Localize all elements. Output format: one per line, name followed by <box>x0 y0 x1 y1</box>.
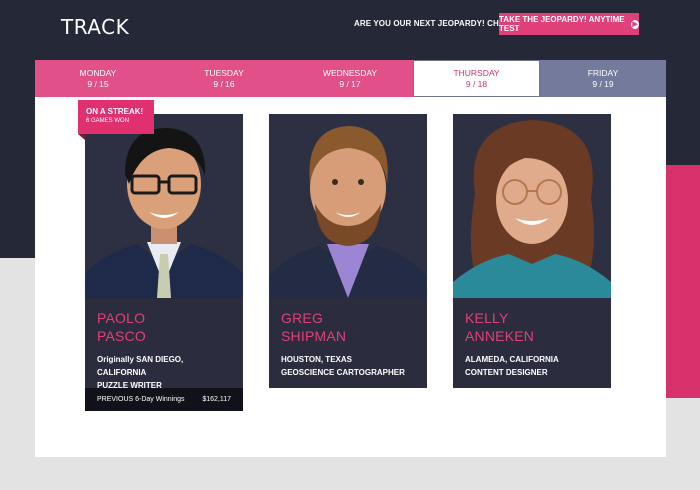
contestant-portrait-image <box>269 114 427 298</box>
tab-tuesday[interactable]: TUESDAY 9 / 16 <box>161 60 287 97</box>
side-accent-band <box>666 165 700 398</box>
contestant-photo <box>269 114 427 298</box>
contestant-card-kelly[interactable]: KELLY ANNEKEN ALAMEDA, CALIFORNIA CONTEN… <box>453 114 611 388</box>
tab-day-label: FRIDAY <box>587 68 619 79</box>
winnings-label: PREVIOUS 6-Day Winnings <box>97 396 185 403</box>
tab-date-label: 9 / 18 <box>465 78 488 89</box>
contestant-first-name: PAOLO <box>97 310 146 326</box>
tab-date-label: 9 / 16 <box>213 78 235 89</box>
streak-subtitle: 6 GAMES WON <box>86 118 130 124</box>
tab-friday[interactable]: FRIDAY 9 / 19 <box>540 60 666 97</box>
winnings-footer: PREVIOUS 6-Day Winnings $162,117 <box>85 388 243 411</box>
anytime-test-label: TAKE THE JEOPARDY! ANYTIME TEST <box>499 15 625 33</box>
tab-day-label: TUESDAY <box>204 68 244 79</box>
tab-thursday[interactable]: THURSDAY 9 / 18 <box>413 60 540 97</box>
tab-date-label: 9 / 19 <box>592 78 614 89</box>
contestant-last-name: PASCO <box>97 328 146 344</box>
tab-day-label: WEDNESDAY <box>322 68 378 79</box>
day-tabs: MONDAY 9 / 15 TUESDAY 9 / 16 WEDNESDAY 9… <box>35 60 666 97</box>
arrow-circle-right-icon: ▶ <box>631 19 639 29</box>
tab-wednesday[interactable]: WEDNESDAY 9 / 17 <box>287 60 413 97</box>
tab-monday[interactable]: MONDAY 9 / 15 <box>35 60 161 97</box>
contestant-portrait-image <box>453 114 611 298</box>
contestant-location: ALAMEDA, CALIFORNIA <box>465 355 559 364</box>
contestant-card-greg[interactable]: GREG SHIPMAN HOUSTON, TEXAS GEOSCIENCE C… <box>269 114 427 388</box>
contestant-location: Originally SAN DIEGO, CALIFORNIA <box>97 355 184 377</box>
contestant-last-name: ANNEKEN <box>465 328 535 344</box>
contestant-first-name: KELLY <box>465 310 509 326</box>
contestant-photo <box>85 114 243 298</box>
tab-date-label: 9 / 17 <box>339 78 361 89</box>
streak-badge: ON A STREAK! 6 GAMES WON <box>78 100 154 134</box>
winnings-value: $162,117 <box>202 396 231 403</box>
contestant-first-name: GREG <box>281 310 324 326</box>
page-title: TRACK <box>61 15 130 39</box>
tab-day-label: THURSDAY <box>453 68 500 79</box>
contestant-occupation: CONTENT DESIGNER <box>465 368 548 377</box>
tab-day-label: MONDAY <box>79 68 117 79</box>
contestant-card-paolo[interactable]: PAOLO PASCO Originally SAN DIEGO, CALIFO… <box>85 114 243 411</box>
contestant-location: HOUSTON, TEXAS <box>281 355 352 364</box>
contestant-occupation: GEOSCIENCE CARTOGRAPHER <box>281 368 405 377</box>
anytime-test-button[interactable]: TAKE THE JEOPARDY! ANYTIME TEST ▶ <box>499 13 639 35</box>
contestant-last-name: SHIPMAN <box>281 328 347 344</box>
contestant-portrait-image <box>85 114 243 298</box>
streak-badge-fold <box>78 134 85 140</box>
contestant-photo <box>453 114 611 298</box>
tab-date-label: 9 / 15 <box>87 78 109 89</box>
streak-title: ON A STREAK! <box>86 107 144 116</box>
